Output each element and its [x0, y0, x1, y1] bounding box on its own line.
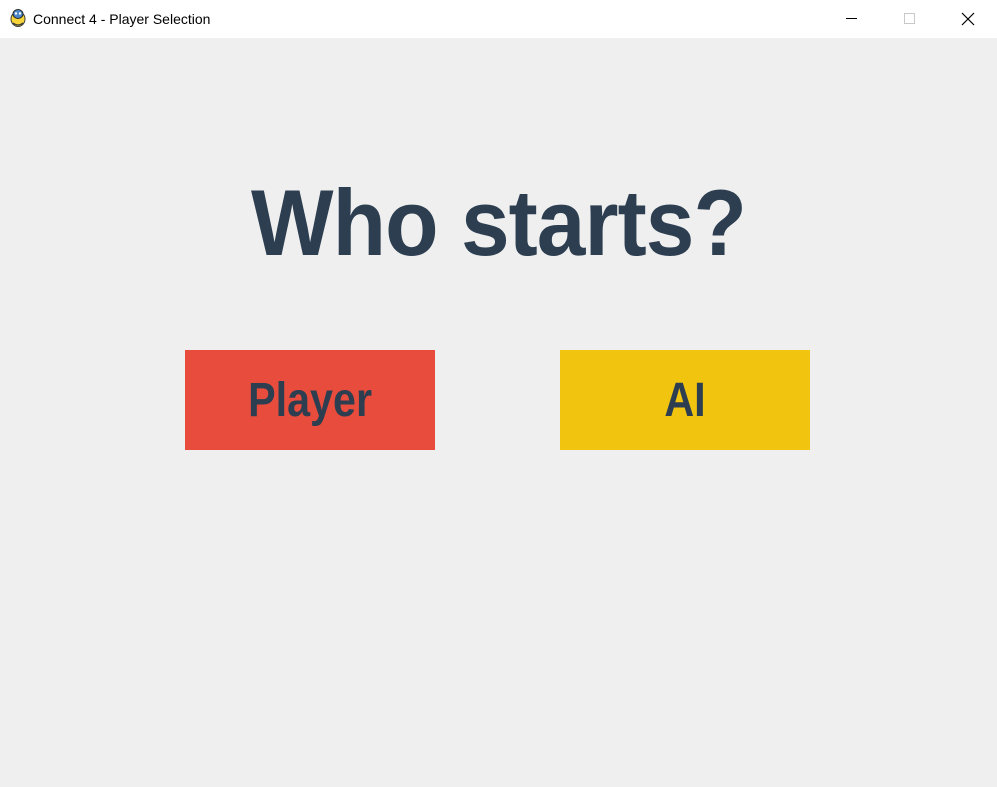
- player-starts-button[interactable]: Player: [185, 350, 435, 450]
- ai-button-label: AI: [664, 374, 706, 427]
- selection-screen: Who starts? Player AI: [0, 38, 997, 787]
- app-window: Connect 4 - Player Selection Who starts?…: [0, 0, 997, 787]
- maximize-button[interactable]: [880, 0, 938, 38]
- close-button[interactable]: [939, 0, 997, 38]
- close-icon: [961, 12, 975, 26]
- window-title: Connect 4 - Player Selection: [33, 11, 211, 27]
- page-title: Who starts?: [251, 170, 747, 275]
- minimize-icon: [846, 18, 857, 19]
- pygame-snake-icon: [9, 8, 27, 28]
- title-bar[interactable]: Connect 4 - Player Selection: [0, 0, 997, 38]
- ai-starts-button[interactable]: AI: [560, 350, 810, 450]
- minimize-button[interactable]: [822, 0, 880, 38]
- maximize-icon: [904, 13, 915, 24]
- player-button-label: Player: [248, 374, 372, 427]
